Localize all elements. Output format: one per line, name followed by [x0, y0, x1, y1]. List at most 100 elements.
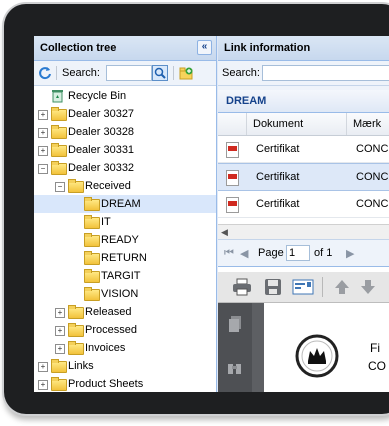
tree-node-recycle-bin[interactable]: Recycle Bin — [34, 87, 216, 105]
tree-node-return[interactable]: RETURN — [34, 249, 216, 267]
group-title: DREAM — [218, 90, 389, 113]
link-information-header: Link information — [218, 36, 389, 61]
tree-node-label: Dealer 30328 — [68, 126, 135, 138]
folder-icon — [68, 305, 84, 319]
scroll-left-icon[interactable]: ◀ — [221, 227, 228, 238]
tree-node-label: Released — [85, 306, 132, 318]
print-icon[interactable] — [232, 278, 252, 296]
email-icon[interactable] — [292, 279, 314, 295]
tree-node-label: Dealer 30331 — [68, 144, 135, 156]
folder-icon — [84, 287, 100, 301]
tree-search-input[interactable] — [106, 65, 152, 81]
pdf-viewer: Fi CO — [218, 272, 389, 392]
tree-node-vision[interactable]: VISION — [34, 285, 216, 303]
recycle-bin-icon — [52, 90, 63, 103]
tree-node-released[interactable]: + Released — [34, 303, 216, 321]
folder-icon — [51, 107, 67, 121]
tree-node-label: Processed — [85, 324, 137, 336]
pdf-text-line1: Fi — [370, 341, 380, 355]
page-number-input[interactable]: 1 — [286, 245, 310, 261]
attachments-icon[interactable] — [227, 361, 243, 375]
table-row[interactable]: Certifikat CONC — [218, 163, 389, 191]
folder-icon — [51, 125, 67, 139]
expand-icon[interactable]: + — [55, 308, 65, 318]
add-folder-icon[interactable] — [179, 66, 193, 80]
tree-node-processed[interactable]: + Processed — [34, 321, 216, 339]
prev-page-icon[interactable]: ◀ — [240, 247, 248, 260]
expand-icon[interactable]: + — [38, 362, 48, 372]
tree-node-targit[interactable]: TARGIT — [34, 267, 216, 285]
folder-open-icon — [68, 179, 84, 193]
page-label: Page — [258, 247, 284, 259]
tree-node-label: IT — [101, 216, 111, 228]
table-row[interactable]: Certifikat CONC — [218, 191, 389, 218]
expand-icon[interactable]: + — [38, 380, 48, 390]
collapse-icon[interactable]: − — [38, 164, 48, 174]
cell-dokument: Certifikat — [256, 198, 300, 210]
cell-maerke: CONC — [356, 171, 389, 183]
tree-node-links[interactable]: + Links — [34, 357, 216, 375]
refresh-icon[interactable] — [38, 66, 52, 80]
app-screen: Collection tree « Search: Recycle Bin + … — [34, 36, 389, 392]
next-page-icon[interactable]: ▶ — [346, 247, 354, 260]
link-search-input[interactable] — [262, 65, 389, 81]
tree-node-invoices[interactable]: + Invoices — [34, 339, 216, 357]
folder-open-icon — [51, 161, 67, 175]
link-information-panel: Link information Search: DREAM Dokument … — [218, 36, 389, 392]
tree-node-product-sheets[interactable]: + Product Sheets — [34, 375, 216, 392]
tree-node-label: Received — [85, 180, 131, 192]
expand-icon[interactable]: + — [55, 326, 65, 336]
column-header-maerke[interactable]: Mærk — [346, 113, 389, 135]
tree-node-dream[interactable]: DREAM — [34, 195, 216, 213]
expand-icon[interactable]: + — [55, 344, 65, 354]
cell-dokument: Certifikat — [256, 171, 300, 183]
tree-node-dealer-30332[interactable]: − Dealer 30332 — [34, 159, 216, 177]
folder-icon — [84, 197, 100, 211]
first-page-icon[interactable]: ⏮ — [224, 247, 234, 260]
collection-tree: Recycle Bin + Dealer 30327 + Dealer 3032… — [34, 86, 216, 392]
tree-node-label: RETURN — [101, 252, 147, 264]
tree-node-dealer-30327[interactable]: + Dealer 30327 — [34, 105, 216, 123]
collapse-panel-button[interactable]: « — [197, 40, 212, 55]
page-count-label: of 1 — [314, 247, 333, 259]
link-search-label: Search: — [222, 67, 260, 79]
expand-icon[interactable]: + — [38, 110, 48, 120]
page-up-icon[interactable] — [334, 279, 350, 295]
page-down-icon[interactable] — [360, 279, 376, 295]
collapse-icon[interactable]: − — [55, 182, 65, 192]
column-header-dokument[interactable]: Dokument — [246, 113, 345, 135]
table-row[interactable]: Certifikat CONC — [218, 136, 389, 163]
pdf-icon — [226, 170, 239, 186]
expand-icon[interactable]: + — [38, 146, 48, 156]
pdf-icon — [226, 197, 239, 213]
cell-maerke: CONC — [356, 198, 389, 210]
tree-node-dealer-30331[interactable]: + Dealer 30331 — [34, 141, 216, 159]
cell-dokument: Certifikat — [256, 143, 300, 155]
tree-node-dealer-30328[interactable]: + Dealer 30328 — [34, 123, 216, 141]
tree-node-label: VISION — [101, 288, 139, 300]
toolbar-separator — [173, 66, 174, 80]
collection-tree-toolbar: Search: — [34, 61, 216, 86]
tree-node-label: DREAM — [101, 198, 141, 210]
pdf-viewer-toolbar — [218, 272, 389, 303]
pages-icon[interactable] — [228, 315, 242, 333]
icon-column-header[interactable] — [218, 113, 244, 135]
folder-icon — [84, 251, 100, 265]
cell-maerke: CONC — [356, 143, 389, 155]
pdf-page: Fi CO — [264, 303, 389, 392]
tree-node-label: Invoices — [85, 342, 126, 354]
collection-tree-panel: Collection tree « Search: Recycle Bin + … — [34, 36, 217, 392]
tree-node-label: Dealer 30327 — [68, 108, 135, 120]
search-icon[interactable] — [152, 65, 168, 81]
link-search-toolbar: Search: — [218, 61, 389, 86]
horizontal-scrollbar[interactable]: ◀ — [218, 224, 389, 239]
expand-icon[interactable]: + — [38, 128, 48, 138]
crown-seal-logo — [295, 334, 339, 378]
tree-node-ready[interactable]: READY — [34, 231, 216, 249]
tree-node-label: Links — [68, 360, 94, 372]
tree-node-it[interactable]: IT — [34, 213, 216, 231]
paging-toolbar: ⏮ ◀ Page 1 of 1 ▶ — [218, 239, 389, 267]
folder-icon — [84, 269, 100, 283]
tree-node-received[interactable]: − Received — [34, 177, 216, 195]
save-icon[interactable] — [264, 278, 282, 296]
